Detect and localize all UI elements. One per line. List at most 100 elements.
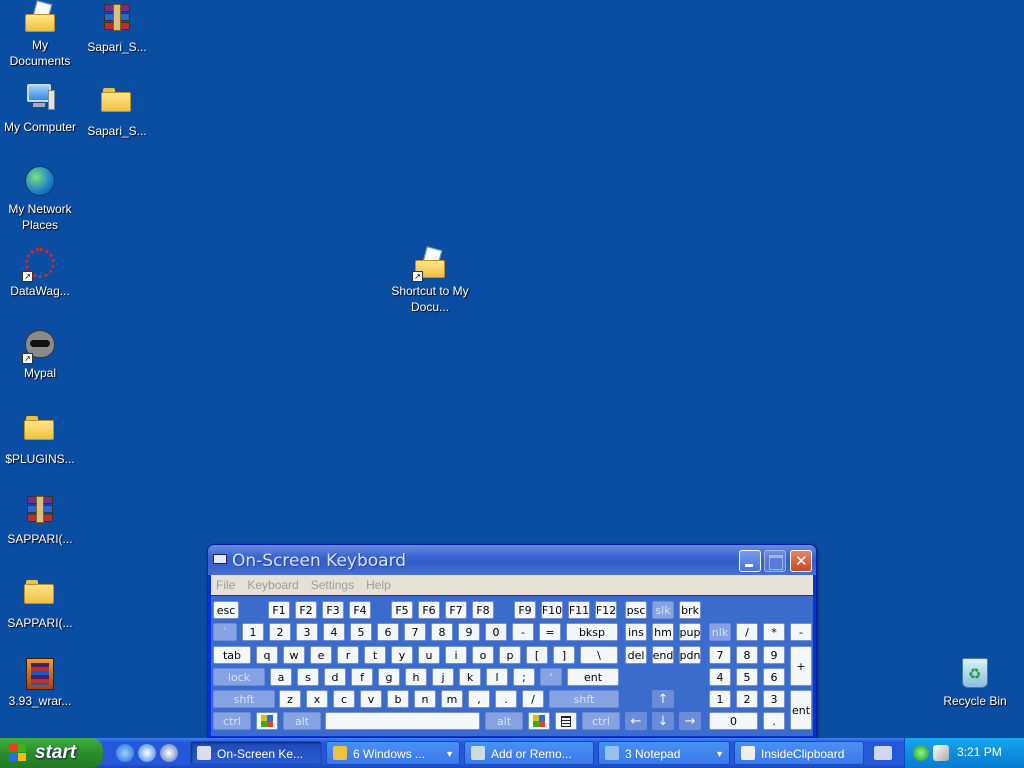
key-alt[interactable]: alt [283, 712, 321, 730]
key-0[interactable]: 0 [485, 623, 507, 641]
key-f[interactable]: f [351, 668, 373, 686]
key-/[interactable]: / [736, 623, 758, 641]
key-k[interactable]: k [459, 668, 481, 686]
key-.[interactable]: . [495, 690, 517, 708]
menu-help[interactable]: Help [366, 578, 391, 592]
desktop-icon-sappari-folder[interactable]: SAPPARI(... [0, 576, 80, 631]
key-1[interactable]: 1 [242, 623, 264, 641]
key-4[interactable]: 4 [323, 623, 345, 641]
key-F2[interactable]: F2 [295, 601, 317, 619]
key-5[interactable]: 5 [350, 623, 372, 641]
key-esc[interactable]: esc [213, 601, 239, 619]
start-button[interactable]: start [0, 738, 103, 768]
key-i[interactable]: i [445, 646, 467, 664]
media-player-icon[interactable] [160, 744, 178, 762]
key-9[interactable]: 9 [458, 623, 480, 641]
key-n[interactable]: n [414, 690, 436, 708]
taskbar-button-insideclipboard[interactable]: InsideClipboard [734, 741, 864, 765]
key-shft[interactable]: shft [549, 690, 619, 708]
tray-rocket-icon[interactable] [933, 745, 949, 761]
key-ent[interactable]: ent [567, 668, 619, 686]
desktop-icon-plugins-folder[interactable]: $PLUGINS... [0, 412, 80, 467]
key-x[interactable]: x [306, 690, 328, 708]
key-nlk[interactable]: nlk [709, 623, 731, 641]
key-1[interactable]: 1 [709, 690, 731, 708]
menu-keyboard[interactable]: Keyboard [247, 578, 298, 592]
ie-quicklaunch-icon[interactable] [138, 744, 156, 762]
minimize-button[interactable] [739, 550, 761, 572]
key-c[interactable]: c [333, 690, 355, 708]
key-,[interactable]: , [468, 690, 490, 708]
key-/[interactable]: / [522, 690, 544, 708]
key-F5[interactable]: F5 [391, 601, 413, 619]
key-F6[interactable]: F6 [418, 601, 440, 619]
key-alt[interactable]: alt [485, 712, 523, 730]
key-2[interactable]: 2 [269, 623, 291, 641]
key-slk[interactable]: slk [652, 601, 674, 619]
key-u[interactable]: u [418, 646, 440, 664]
key-7[interactable]: 7 [404, 623, 426, 641]
key-o[interactable]: o [472, 646, 494, 664]
space-key[interactable] [325, 712, 480, 730]
close-button[interactable] [790, 550, 812, 572]
key-t[interactable]: t [364, 646, 386, 664]
key-3[interactable]: 3 [763, 690, 785, 708]
key-q[interactable]: q [256, 646, 278, 664]
key-d[interactable]: d [324, 668, 346, 686]
desktop-icon-wrar-installer[interactable]: 3.93_wrar... [0, 658, 80, 709]
key-9[interactable]: 9 [763, 646, 785, 664]
key-=[interactable]: = [539, 623, 561, 641]
desktop-icon-sappari-archive[interactable]: SAPPARI(... [0, 494, 80, 547]
desktop-icon-datawag[interactable]: ↗ DataWag... [0, 248, 80, 299]
down-arrow-key[interactable]: ↓ [652, 712, 674, 730]
key-hm[interactable]: hm [652, 623, 674, 641]
menu-key[interactable] [555, 712, 577, 730]
key-end[interactable]: end [652, 646, 674, 664]
key-F1[interactable]: F1 [268, 601, 290, 619]
on-screen-keyboard-window[interactable]: On-Screen Keyboard File Keyboard Setting… [207, 544, 817, 738]
key-r[interactable]: r [337, 646, 359, 664]
key-l[interactable]: l [486, 668, 508, 686]
key-pup[interactable]: pup [679, 623, 701, 641]
left-arrow-key[interactable]: ← [625, 712, 647, 730]
key-6[interactable]: 6 [763, 668, 785, 686]
taskbar-button-windows-group[interactable]: 6 Windows ... ▼ [326, 741, 460, 765]
key-y[interactable]: y [391, 646, 413, 664]
osk-titlebar[interactable]: On-Screen Keyboard [208, 545, 816, 575]
key-p[interactable]: p [499, 646, 521, 664]
key-*[interactable]: * [763, 623, 785, 641]
key-6[interactable]: 6 [377, 623, 399, 641]
up-arrow-key[interactable]: ↑ [652, 690, 674, 708]
key-F7[interactable]: F7 [445, 601, 467, 619]
key-F8[interactable]: F8 [472, 601, 494, 619]
key-.[interactable]: . [763, 712, 785, 730]
key-j[interactable]: j [432, 668, 454, 686]
key-shft[interactable]: shft [213, 690, 275, 708]
windows-key[interactable] [256, 712, 278, 730]
key-][interactable]: ] [553, 646, 575, 664]
key-m[interactable]: m [441, 690, 463, 708]
key-0[interactable]: 0 [709, 712, 758, 730]
desktop-icon-my-documents[interactable]: My Documents [0, 0, 80, 69]
key--[interactable]: - [512, 623, 534, 641]
key-del[interactable]: del [625, 646, 647, 664]
key-numpad-enter[interactable]: ent [790, 690, 812, 730]
desktop-icon-recycle-bin[interactable]: Recycle Bin [935, 658, 1015, 709]
taskbar-button-osk[interactable]: On-Screen Ke... [190, 741, 322, 765]
key-s[interactable]: s [297, 668, 319, 686]
maximize-button[interactable] [764, 550, 786, 572]
clock[interactable]: 3:21 PM [957, 745, 1002, 759]
desktop-icon-my-computer[interactable]: My Computer [0, 84, 80, 135]
key-[[interactable]: [ [526, 646, 548, 664]
key-4[interactable]: 4 [709, 668, 731, 686]
key-F11[interactable]: F11 [568, 601, 590, 619]
key-3[interactable]: 3 [296, 623, 318, 641]
key-F3[interactable]: F3 [322, 601, 344, 619]
key-e[interactable]: e [310, 646, 332, 664]
key-lock[interactable]: lock [213, 668, 265, 686]
key-tab[interactable]: tab [213, 646, 251, 664]
taskbar-button-add-remove[interactable]: Add or Remo... [464, 741, 594, 765]
menu-file[interactable]: File [216, 578, 235, 592]
right-arrow-key[interactable]: → [679, 712, 701, 730]
desktop-icon-sapari-archive[interactable]: Sapari_S... [77, 2, 157, 55]
